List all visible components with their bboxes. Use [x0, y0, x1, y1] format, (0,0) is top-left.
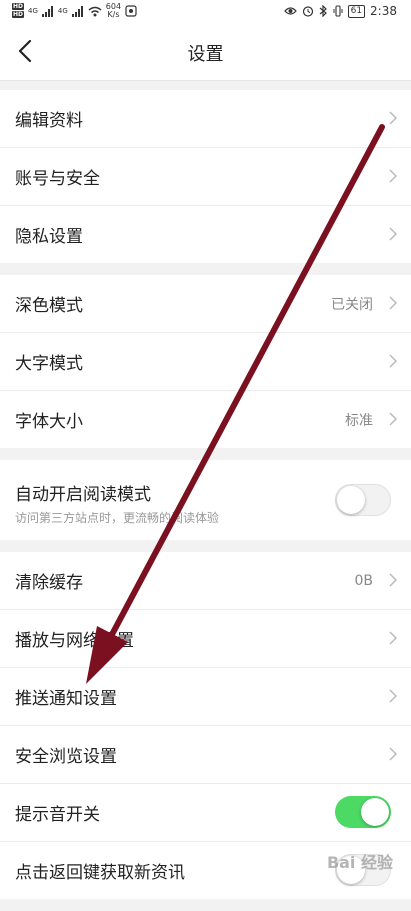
settings-list: 编辑资料 账号与安全 隐私设置 深色模式 已关闭 大字模式 字体大小 标准 自动…: [0, 90, 411, 911]
row-label: 播放与网络设置: [15, 631, 134, 651]
row-playback-network[interactable]: 播放与网络设置: [0, 610, 411, 668]
settings-group-general: 清除缓存 0B 播放与网络设置 推送通知设置 安全浏览设置 提示音开关 点击返回…: [0, 552, 411, 899]
settings-group-reading: 自动开启阅读模式 访问第三方站点时，更流畅的阅读体验: [0, 460, 411, 540]
row-clear-cache[interactable]: 清除缓存 0B: [0, 552, 411, 610]
chevron-right-icon: [389, 296, 398, 310]
eye-icon: [283, 7, 297, 15]
row-label: 编辑资料: [15, 111, 83, 131]
row-subtitle: 访问第三方站点时，更流畅的阅读体验: [15, 511, 220, 525]
bluetooth-icon: [319, 5, 327, 17]
row-label: 推送通知设置: [15, 689, 117, 709]
row-push-notifications[interactable]: 推送通知设置: [0, 668, 411, 726]
row-sound-switch: 提示音开关: [0, 784, 411, 842]
chevron-right-icon: [389, 227, 398, 241]
app-notification-icon: [125, 5, 137, 17]
row-label: 字体大小: [15, 412, 83, 432]
chevron-right-icon: [389, 111, 398, 125]
row-label: 大字模式: [15, 354, 83, 374]
row-value: 已关闭: [331, 296, 373, 313]
signal-icon: [71, 5, 83, 17]
row-label: 点击返回键获取新资讯: [15, 863, 185, 883]
settings-group-display: 深色模式 已关闭 大字模式 字体大小 标准: [0, 275, 411, 448]
row-label: 清除缓存: [15, 573, 83, 593]
chevron-right-icon: [389, 689, 398, 703]
chevron-right-icon: [389, 573, 398, 587]
row-edit-profile[interactable]: 编辑资料: [0, 90, 411, 148]
page-title: 设置: [187, 44, 224, 65]
row-large-text-mode[interactable]: 大字模式: [0, 333, 411, 391]
row-value: 0B: [354, 572, 373, 589]
signal-icon: [41, 5, 53, 17]
sound-toggle[interactable]: [335, 796, 391, 828]
row-account-security[interactable]: 账号与安全: [0, 148, 411, 206]
chevron-right-icon: [389, 412, 398, 426]
row-label: 隐私设置: [15, 227, 83, 247]
status-time: 2:38: [370, 4, 397, 18]
row-font-size[interactable]: 字体大小 标准: [0, 391, 411, 448]
alarm-icon: [302, 6, 313, 17]
chevron-right-icon: [389, 747, 398, 761]
row-auto-reading-mode: 自动开启阅读模式 访问第三方站点时，更流畅的阅读体验: [0, 460, 411, 540]
toggle-knob: [337, 486, 365, 514]
watermark-logo: Bai 经验: [326, 853, 393, 872]
hd-indicator: HD HD: [12, 3, 25, 18]
vibrate-icon: [333, 5, 343, 17]
settings-group-profile: 编辑资料 账号与安全 隐私设置: [0, 90, 411, 263]
row-label: 提示音开关: [15, 805, 100, 825]
chevron-right-icon: [389, 169, 398, 183]
row-safe-browsing[interactable]: 安全浏览设置: [0, 726, 411, 784]
wifi-icon: [88, 6, 102, 16]
network-type-2: 4G: [57, 7, 68, 15]
row-label: 账号与安全: [15, 169, 100, 189]
network-speed: 604 K/s: [105, 2, 122, 19]
row-label: 自动开启阅读模式: [15, 485, 151, 505]
network-type-1: 4G: [28, 7, 38, 15]
row-privacy-settings[interactable]: 隐私设置: [0, 206, 411, 263]
status-bar: HD HD 4G 4G 604 K/s 61 2:38: [0, 0, 411, 24]
row-label: 安全浏览设置: [15, 747, 117, 767]
battery-icon: 61: [347, 4, 366, 18]
chevron-right-icon: [389, 631, 398, 645]
nav-bar: 设置: [0, 24, 411, 81]
toggle-knob: [361, 798, 389, 826]
row-label: 深色模式: [15, 296, 83, 316]
row-value: 标准: [345, 412, 373, 429]
row-dark-mode[interactable]: 深色模式 已关闭: [0, 275, 411, 333]
auto-reading-mode-toggle[interactable]: [335, 484, 391, 516]
chevron-right-icon: [389, 354, 398, 368]
